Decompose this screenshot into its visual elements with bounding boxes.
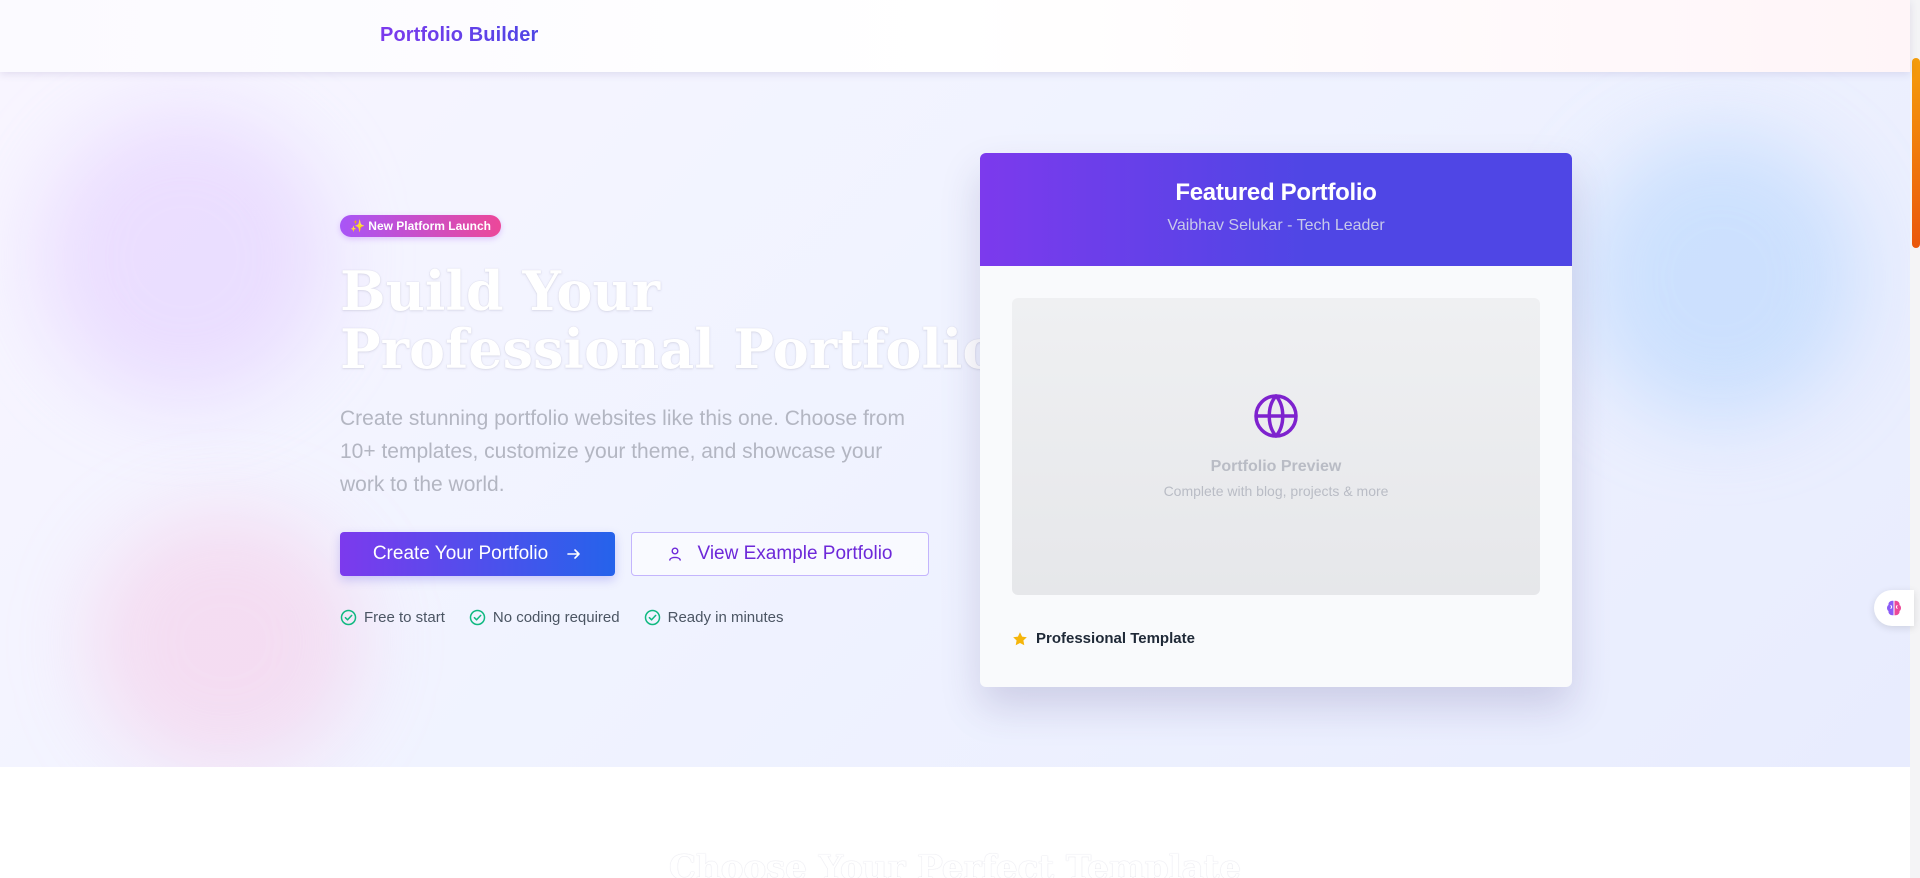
card-title: Featured Portfolio (1175, 179, 1377, 206)
hero-description: Create stunning portfolio websites like … (340, 407, 905, 496)
launch-badge: ✨ New Platform Launch (340, 215, 501, 237)
arrow-right-icon (567, 549, 580, 559)
feature-label: Free to start (364, 609, 445, 626)
card-header: Featured Portfolio Vaibhav Selukar - Tec… (980, 153, 1572, 266)
decorative-blob (1580, 132, 1860, 422)
decorative-blob (90, 512, 360, 767)
hero-headline-line-2: Professional Portfolio (340, 317, 999, 381)
portfolio-preview[interactable]: Portfolio Preview Complete with blog, pr… (1012, 298, 1540, 595)
brand-logo[interactable]: Portfolio Builder (380, 24, 538, 47)
ai-assistant-widget[interactable] (1874, 590, 1914, 626)
view-example-button[interactable]: View Example Portfolio (631, 532, 929, 576)
hero-headline-line-1: Build Your (340, 259, 661, 323)
card-subtitle: Vaibhav Selukar - Tech Leader (1167, 217, 1385, 234)
template-label: Professional Template (1036, 630, 1195, 647)
templates-section-title: Choose Your Perfect Template (669, 848, 1241, 878)
create-portfolio-label: Create Your Portfolio (372, 543, 549, 564)
feature-item: No coding required (469, 609, 620, 626)
hero-headline: Build Your Professional Portfolio (340, 259, 999, 381)
preview-title: Portfolio Preview (1210, 458, 1342, 475)
template-label-row: Professional Template (1012, 630, 1195, 647)
feature-item: Free to start (340, 609, 445, 626)
top-navbar: Portfolio Builder (0, 0, 1910, 72)
check-circle-icon (469, 609, 486, 626)
star-icon (1013, 631, 1027, 645)
view-example-label: View Example Portfolio (697, 543, 893, 564)
featured-portfolio-card[interactable]: Featured Portfolio Vaibhav Selukar - Tec… (980, 153, 1572, 687)
scrollbar-thumb[interactable] (1912, 58, 1920, 248)
create-portfolio-button[interactable]: Create Your Portfolio (340, 532, 615, 576)
page: Portfolio Builder ✨ New Platform Launch … (0, 0, 1920, 878)
check-circle-icon (644, 609, 660, 626)
page-scrollbar[interactable] (1910, 0, 1920, 878)
user-icon (669, 547, 682, 561)
brain-icon (1887, 600, 1901, 616)
check-circle-icon (340, 609, 357, 626)
feature-label: No coding required (492, 609, 620, 626)
decorative-blob (40, 112, 330, 402)
feature-label: Ready in minutes (667, 609, 784, 626)
feature-item: Ready in minutes (644, 609, 784, 626)
feature-list: Free to start No coding required Ready i… (340, 609, 784, 626)
hero-section: ✨ New Platform Launch Build Your Profess… (0, 72, 1910, 767)
preview-subtitle: Complete with blog, projects & more (1163, 483, 1389, 499)
globe-icon (1254, 394, 1298, 438)
